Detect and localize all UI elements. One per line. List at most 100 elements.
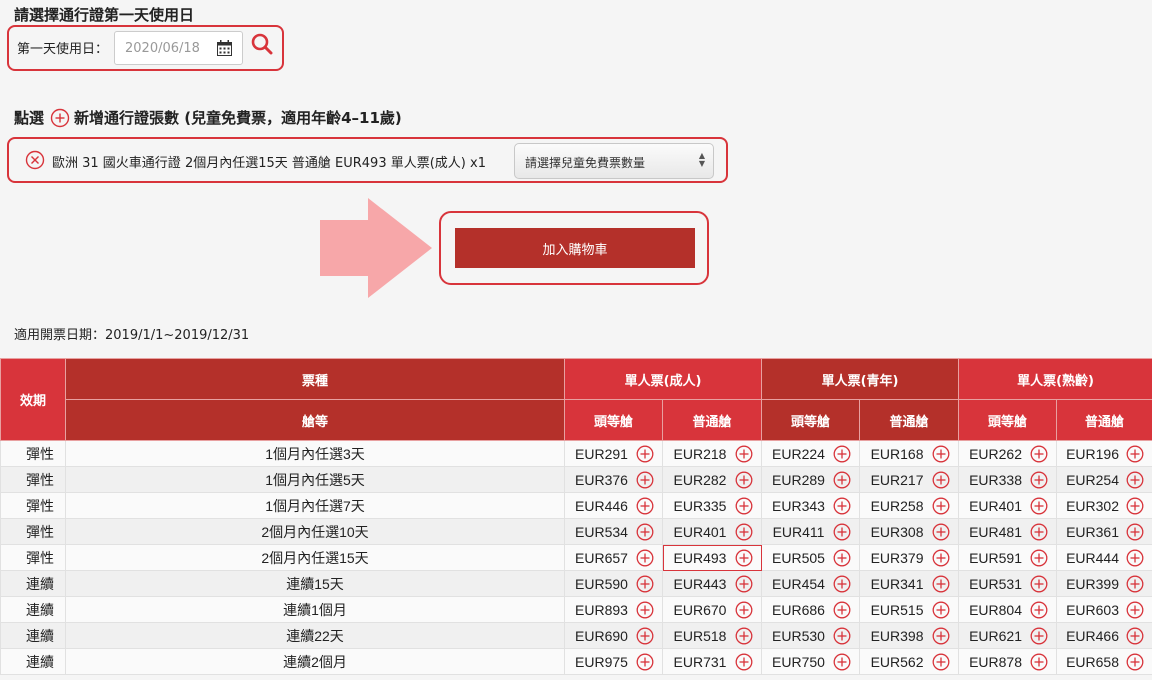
add-ticket-icon[interactable] (735, 497, 753, 515)
header-senior-first: 頭等艙 (958, 399, 1058, 441)
add-ticket-icon[interactable] (735, 601, 753, 619)
add-ticket-icon[interactable] (636, 471, 654, 489)
add-ticket-icon[interactable] (636, 445, 654, 463)
table-row: 連續 連續1個月 EUR893 EUR670 EUR686 EUR515 EUR804 EUR… (0, 596, 1152, 623)
add-ticket-icon[interactable] (735, 445, 753, 463)
add-ticket-icon[interactable] (833, 523, 851, 541)
row-ticket-name: 1個月內任選7天 (65, 492, 565, 519)
add-to-cart-button[interactable]: 加入購物車 (455, 228, 695, 268)
price-cell: EUR657 (564, 544, 663, 571)
add-ticket-icon[interactable] (1030, 601, 1048, 619)
table-row: 連續 連續15天 EUR590 EUR443 EUR454 EUR341 EUR531 EUR… (0, 570, 1152, 597)
row-validity-type: 連續 (0, 570, 66, 597)
price-cell: EUR731 (661, 648, 763, 675)
first-day-title: 請選擇通行證第一天使用日 (14, 6, 195, 24)
price-value: EUR338 (969, 471, 1022, 488)
add-ticket-icon[interactable] (1126, 549, 1144, 567)
header-youth-first: 頭等艙 (761, 399, 861, 441)
price-value: EUR444 (1066, 549, 1119, 566)
add-ticket-icon[interactable] (932, 471, 950, 489)
add-ticket-icon[interactable] (636, 601, 654, 619)
price-value: EUR168 (870, 445, 924, 462)
price-cell: EUR254 (1056, 466, 1152, 493)
row-ticket-name: 1個月內任選5天 (65, 466, 565, 493)
add-ticket-icon[interactable] (636, 549, 654, 567)
add-ticket-icon[interactable] (1030, 497, 1048, 515)
add-ticket-icon[interactable] (1126, 445, 1144, 463)
add-ticket-icon[interactable] (1126, 653, 1144, 671)
add-ticket-icon[interactable] (1030, 445, 1048, 463)
add-ticket-icon[interactable] (1030, 653, 1048, 671)
add-ticket-icon[interactable] (1126, 523, 1144, 541)
add-ticket-icon[interactable] (932, 575, 950, 593)
price-cell: EUR398 (859, 622, 960, 649)
price-cell: EUR531 (958, 570, 1058, 597)
price-cell: EUR379 (859, 544, 960, 571)
add-ticket-icon[interactable] (735, 575, 753, 593)
add-ticket-icon[interactable] (1030, 471, 1048, 489)
row-validity-type: 彈性 (0, 466, 66, 493)
add-ticket-icon[interactable] (1030, 627, 1048, 645)
price-value: EUR534 (575, 523, 628, 540)
add-ticket-icon[interactable] (932, 497, 950, 515)
add-ticket-icon[interactable] (1126, 575, 1144, 593)
price-value: EUR343 (772, 497, 825, 514)
price-cell: EUR975 (564, 648, 663, 675)
add-ticket-icon[interactable] (1126, 627, 1144, 645)
add-ticket-icon[interactable] (1030, 575, 1048, 593)
add-ticket-icon[interactable] (1126, 601, 1144, 619)
price-value: EUR731 (673, 653, 727, 670)
add-ticket-icon[interactable] (833, 627, 851, 645)
add-ticket-icon[interactable] (1126, 497, 1144, 515)
remove-circle-icon[interactable] (25, 150, 45, 170)
header-adult-first: 頭等艙 (564, 399, 663, 441)
add-ticket-icon[interactable] (1030, 549, 1048, 567)
add-ticket-icon[interactable] (833, 549, 851, 567)
price-value: EUR750 (772, 653, 825, 670)
add-ticket-icon[interactable] (932, 549, 950, 567)
header-youth-second: 普通艙 (859, 399, 960, 441)
add-ticket-icon[interactable] (735, 523, 753, 541)
price-value: EUR454 (772, 575, 825, 592)
date-value: 2020/06/18 (125, 41, 200, 56)
add-ticket-icon[interactable] (833, 471, 851, 489)
price-cell: EUR530 (761, 622, 861, 649)
add-ticket-icon[interactable] (636, 653, 654, 671)
add-ticket-icon[interactable] (833, 601, 851, 619)
add-ticket-icon[interactable] (1126, 471, 1144, 489)
first-day-date-input[interactable]: 2020/06/18 (114, 31, 243, 65)
price-cell: EUR893 (564, 596, 663, 623)
add-ticket-icon[interactable] (735, 653, 753, 671)
add-ticket-icon[interactable] (932, 627, 950, 645)
price-value: EUR518 (673, 627, 727, 644)
price-cell: EUR401 (661, 518, 763, 545)
price-value: EUR621 (969, 627, 1022, 644)
add-ticket-icon[interactable] (636, 575, 654, 593)
add-ticket-icon[interactable] (833, 575, 851, 593)
price-cell: EUR302 (1056, 492, 1152, 519)
add-ticket-icon[interactable] (833, 653, 851, 671)
add-ticket-icon[interactable] (833, 497, 851, 515)
add-ticket-icon[interactable] (636, 497, 654, 515)
add-ticket-icon[interactable] (932, 523, 950, 541)
price-value: EUR361 (1066, 523, 1119, 540)
add-ticket-icon[interactable] (1030, 523, 1048, 541)
add-ticket-icon[interactable] (932, 445, 950, 463)
add-ticket-icon[interactable] (932, 601, 950, 619)
add-pass-suffix: 新增通行證張數 (兒童免費票，適用年齡4–11歲) (74, 109, 402, 127)
add-ticket-icon[interactable] (735, 471, 753, 489)
header-ticket-type: 票種 (65, 358, 565, 400)
child-ticket-select[interactable]: 請選擇兒童免費票數量 ▲ ▼ (514, 143, 714, 179)
price-cell: EUR454 (761, 570, 861, 597)
add-ticket-icon[interactable] (735, 549, 753, 567)
add-ticket-icon[interactable] (636, 523, 654, 541)
search-icon[interactable] (251, 33, 273, 55)
add-ticket-icon[interactable] (932, 653, 950, 671)
add-ticket-icon[interactable] (636, 627, 654, 645)
row-validity-type: 彈性 (0, 518, 66, 545)
price-cell: EUR750 (761, 648, 861, 675)
calendar-icon[interactable] (217, 40, 232, 56)
add-ticket-icon[interactable] (735, 627, 753, 645)
header-senior-second: 普通艙 (1056, 399, 1152, 441)
add-ticket-icon[interactable] (833, 445, 851, 463)
